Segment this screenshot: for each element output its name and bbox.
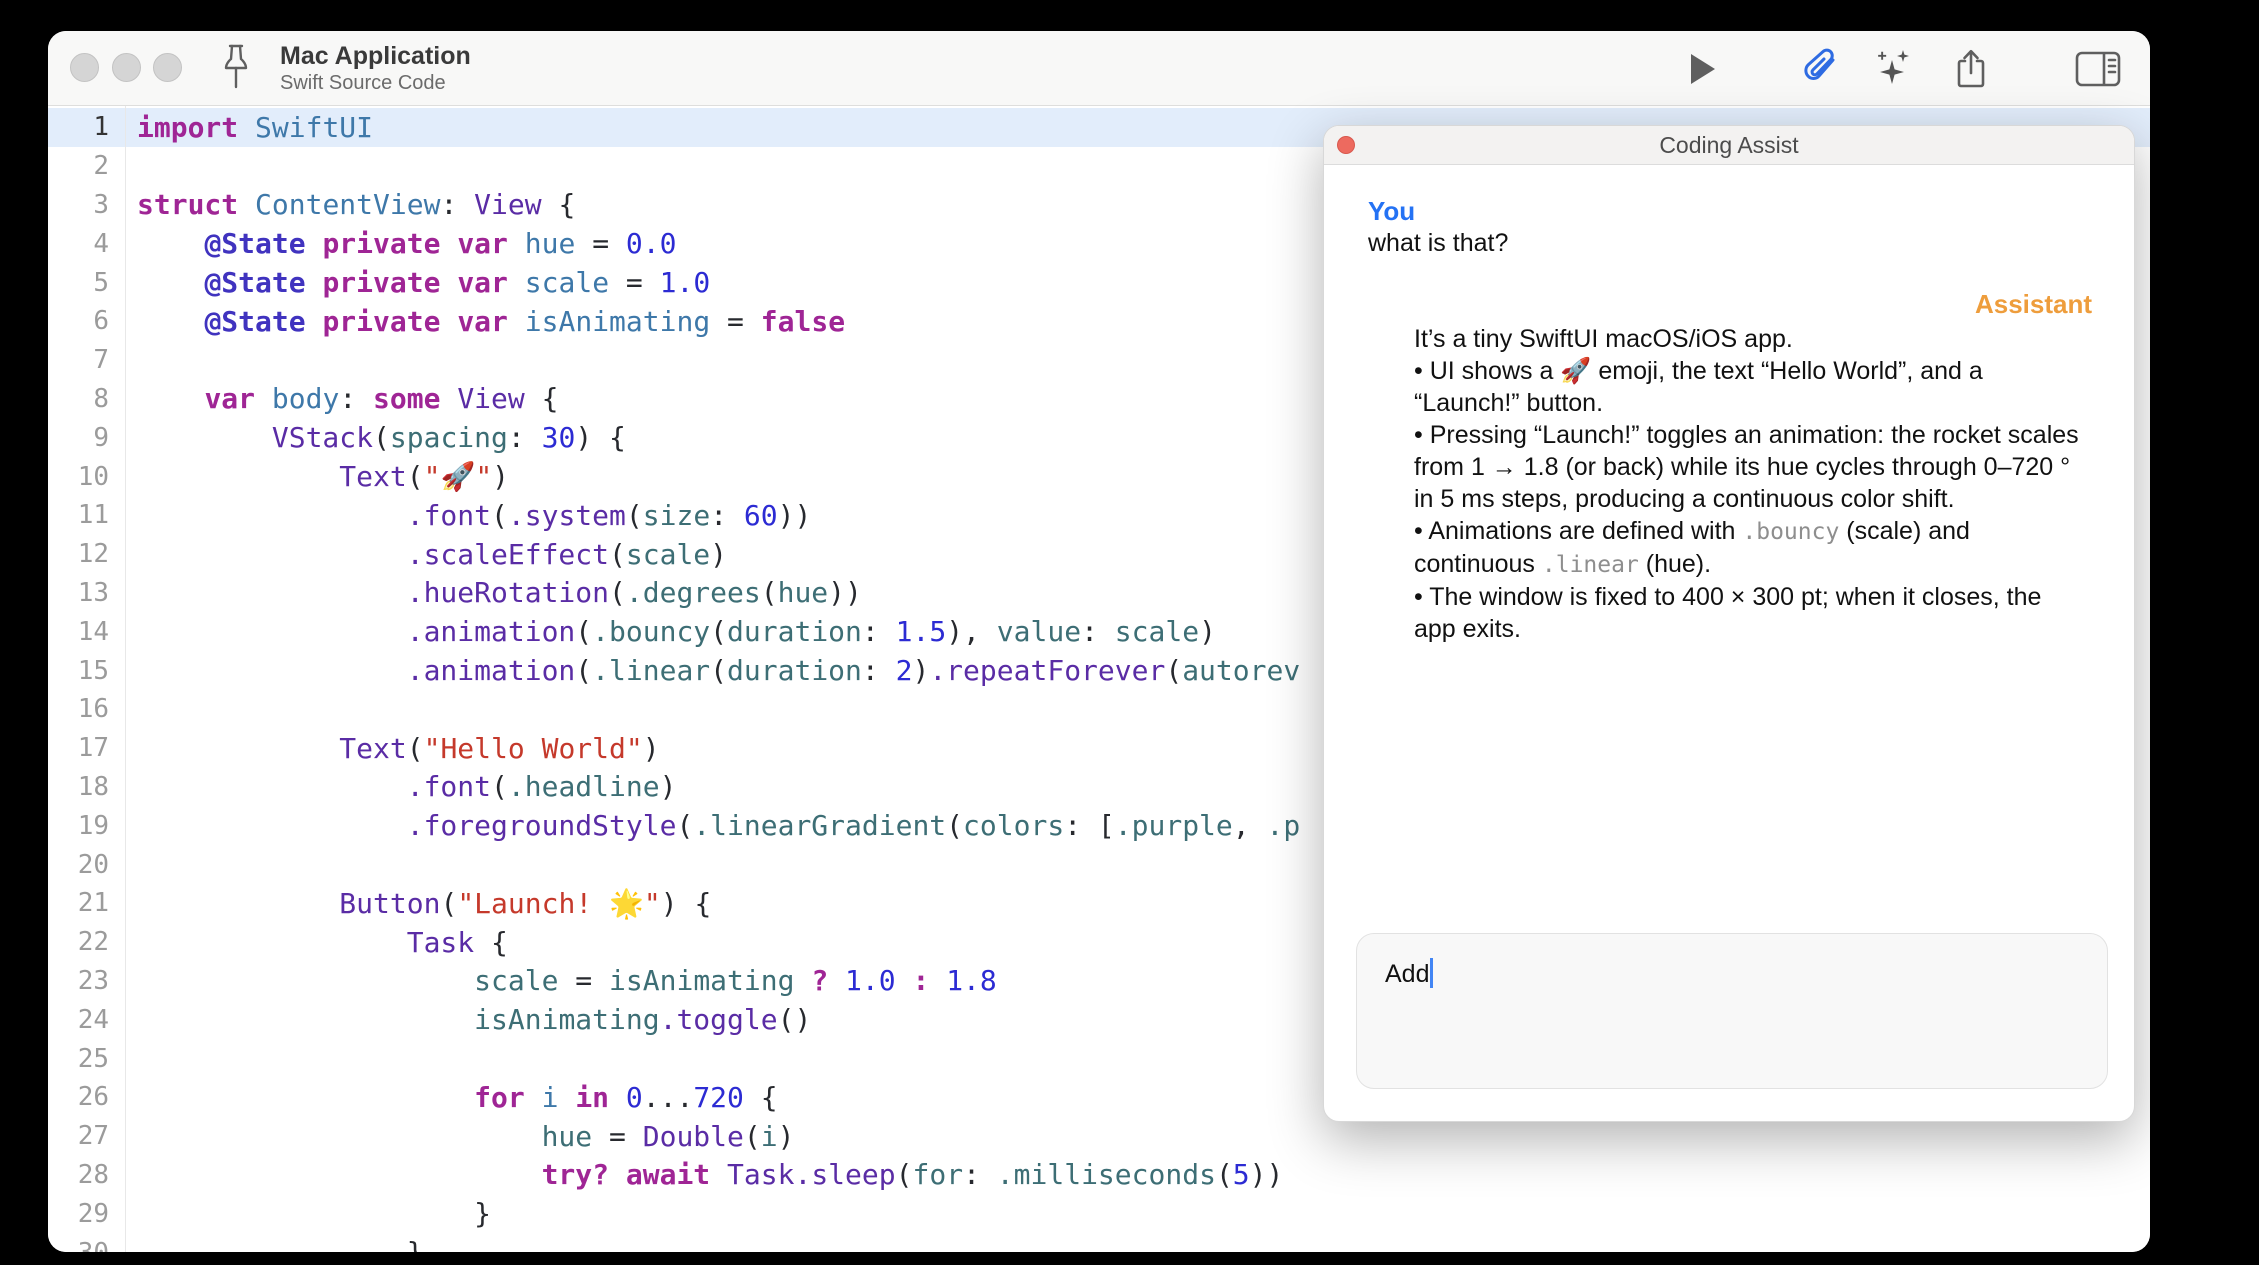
line-number: 26 xyxy=(48,1082,126,1112)
code-text: .hueRotation(.degrees(hue)) xyxy=(137,576,862,609)
code-text: .scaleEffect(scale) xyxy=(137,538,727,571)
run-button[interactable] xyxy=(1681,49,1725,89)
line-number: 27 xyxy=(48,1121,126,1151)
code-text: .animation(.linear(duration: 2).repeatFo… xyxy=(137,654,1300,687)
chat-input[interactable]: Add xyxy=(1356,933,2108,1089)
code-text: hue = Double(i) xyxy=(137,1120,794,1153)
code-text: import SwiftUI xyxy=(137,111,373,144)
run-icon xyxy=(1688,52,1718,86)
code-line[interactable]: 30 } xyxy=(48,1233,2150,1252)
traffic-light-minimize[interactable] xyxy=(112,53,141,82)
line-number: 10 xyxy=(48,462,126,492)
line-number: 21 xyxy=(48,888,126,918)
line-number: 29 xyxy=(48,1199,126,1229)
code-line[interactable]: 29 } xyxy=(48,1194,2150,1233)
you-label: You xyxy=(1368,196,1415,227)
code-text: Text("🚀") xyxy=(137,460,509,493)
code-text: struct ContentView: View { xyxy=(137,188,575,221)
chat-input-value: Add xyxy=(1385,958,1433,989)
line-number: 11 xyxy=(48,500,126,530)
line-number: 22 xyxy=(48,927,126,957)
window-title: Mac Application xyxy=(280,41,471,71)
window-subtitle: Swift Source Code xyxy=(280,71,471,95)
line-number: 6 xyxy=(48,306,126,336)
traffic-light-zoom[interactable] xyxy=(153,53,182,82)
code-text: for i in 0...720 { xyxy=(137,1081,778,1114)
code-text: try? await Task.sleep(for: .milliseconds… xyxy=(137,1158,1283,1191)
line-number: 8 xyxy=(48,384,126,414)
code-text: .foregroundStyle(.linearGradient(colors:… xyxy=(137,809,1300,842)
line-number: 28 xyxy=(48,1160,126,1190)
gutter-separator xyxy=(125,106,126,1252)
line-number: 13 xyxy=(48,578,126,608)
line-number: 17 xyxy=(48,733,126,763)
text-cursor xyxy=(1430,958,1433,988)
paperclip-icon xyxy=(1802,48,1842,90)
line-number: 12 xyxy=(48,539,126,569)
assistant-message: It’s a tiny SwiftUI macOS/iOS app. • UI … xyxy=(1414,323,2090,645)
code-text: VStack(spacing: 30) { xyxy=(137,421,626,454)
line-number: 9 xyxy=(48,423,126,453)
pushpin-icon[interactable] xyxy=(220,43,252,95)
line-number: 7 xyxy=(48,345,126,375)
share-button[interactable] xyxy=(1949,49,1993,89)
line-number: 18 xyxy=(48,772,126,802)
line-number: 3 xyxy=(48,190,126,220)
code-text: @State private var hue = 0.0 xyxy=(137,227,677,260)
you-message: what is that? xyxy=(1368,229,1508,258)
code-line[interactable]: 28 try? await Task.sleep(for: .milliseco… xyxy=(48,1156,2150,1195)
code-text: scale = isAnimating ? 1.0 : 1.8 xyxy=(137,964,997,997)
line-number: 25 xyxy=(48,1044,126,1074)
line-number: 16 xyxy=(48,694,126,724)
window-title-group: Mac Application Swift Source Code xyxy=(280,41,471,95)
code-text: Button("Launch! 🌟") { xyxy=(137,887,711,920)
coding-assist-panel: Coding Assist You what is that? Assistan… xyxy=(1323,125,2135,1122)
titlebar: Mac Application Swift Source Code xyxy=(48,31,2150,106)
code-text: .animation(.bouncy(duration: 1.5), value… xyxy=(137,615,1216,648)
code-text: @State private var scale = 1.0 xyxy=(137,266,710,299)
line-number: 1 xyxy=(48,112,126,142)
assistant-label: Assistant xyxy=(1975,289,2092,320)
sparkles-icon xyxy=(1875,48,1915,90)
code-text: var body: some View { xyxy=(137,382,558,415)
assist-panel-header: Coding Assist xyxy=(1324,126,2134,165)
line-number: 23 xyxy=(48,966,126,996)
inspector-toggle-button[interactable] xyxy=(2076,49,2120,89)
code-text: Task { xyxy=(137,926,508,959)
code-text: isAnimating.toggle() xyxy=(137,1003,811,1036)
traffic-light-close[interactable] xyxy=(70,53,99,82)
share-icon xyxy=(1955,48,1987,90)
line-number: 5 xyxy=(48,268,126,298)
screen: Mac Application Swift Source Code xyxy=(0,0,2259,1265)
code-text: Text("Hello World") xyxy=(137,732,660,765)
line-number: 15 xyxy=(48,656,126,686)
code-text: } xyxy=(137,1197,491,1230)
code-text: .font(.headline) xyxy=(137,770,676,803)
line-number: 20 xyxy=(48,850,126,880)
line-number: 19 xyxy=(48,811,126,841)
ai-assist-button[interactable] xyxy=(1873,49,1917,89)
line-number: 14 xyxy=(48,617,126,647)
code-text: .font(.system(size: 60)) xyxy=(137,499,811,532)
sidebar-toggle-icon xyxy=(2075,51,2121,87)
line-number: 30 xyxy=(48,1238,126,1253)
code-text: } xyxy=(137,1236,424,1252)
line-number: 24 xyxy=(48,1005,126,1035)
code-line[interactable]: 27 hue = Double(i) xyxy=(48,1117,2150,1156)
attach-button[interactable] xyxy=(1800,49,1844,89)
line-number: 2 xyxy=(48,151,126,181)
line-number: 4 xyxy=(48,229,126,259)
assist-panel-title: Coding Assist xyxy=(1324,132,2134,159)
code-text: @State private var isAnimating = false xyxy=(137,305,845,338)
